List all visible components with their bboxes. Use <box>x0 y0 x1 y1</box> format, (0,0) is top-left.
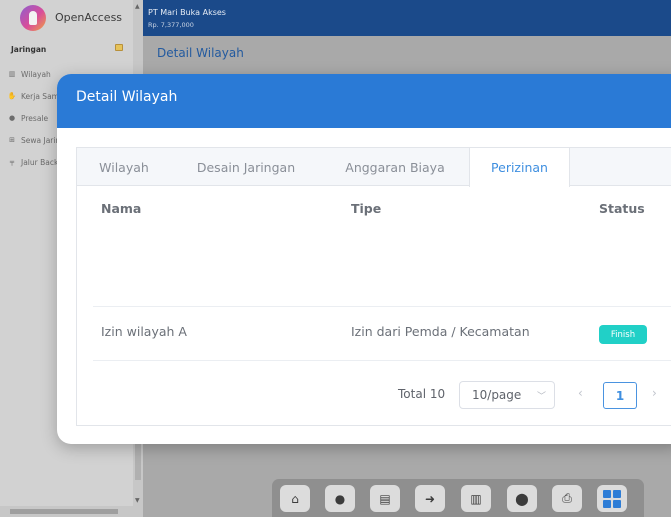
table-divider <box>93 360 671 361</box>
scroll-down-arrow-icon[interactable]: ▼ <box>135 497 140 504</box>
dock-map-button[interactable]: ▥ <box>461 485 491 512</box>
tab-anggaran-biaya[interactable]: Anggaran Biaya <box>321 148 469 186</box>
signpost-icon: ╤ <box>9 158 15 166</box>
scrollbar-thumb[interactable] <box>10 509 118 514</box>
prev-page-button[interactable]: ‹ <box>578 386 583 400</box>
dock-card-button[interactable]: ▤ <box>370 485 400 512</box>
page-number-button[interactable]: 1 <box>603 382 637 409</box>
table-divider <box>93 306 671 307</box>
dock-location-button[interactable]: ⬤ <box>507 485 537 512</box>
dock-print-button[interactable]: ⎙ <box>552 485 582 512</box>
user-transfer-icon: ➜ <box>424 491 436 506</box>
app-logo[interactable]: OpenAccess <box>0 0 143 36</box>
status-badge: Finish <box>599 325 647 344</box>
cell-tipe: Izin dari Pemda / Kecamatan <box>351 324 530 339</box>
printer-icon: ⎙ <box>562 491 572 505</box>
sidebar-item-label: Presale <box>21 113 49 123</box>
tab-desain-jaringan[interactable]: Desain Jaringan <box>171 148 321 186</box>
pagination-total: Total 10 <box>398 387 446 401</box>
modal-title: Detail Wilayah <box>76 89 178 105</box>
folder-icon[interactable] <box>115 44 123 51</box>
page-size-select[interactable]: 10/page ﹀ <box>459 381 555 409</box>
tabs-card: Wilayah Desain Jaringan Anggaran Biaya P… <box>76 147 671 426</box>
chevron-down-icon: ﹀ <box>536 392 546 402</box>
sidebar-horizontal-scrollbar[interactable] <box>0 506 133 517</box>
dock-user-button[interactable]: ● <box>325 485 355 512</box>
company-name: PT Mari Buka Akses <box>148 8 226 17</box>
top-bar: PT Mari Buka Akses Rp. 7,377,000 <box>143 0 671 36</box>
card-icon: ▤ <box>379 491 391 506</box>
tab-wilayah[interactable]: Wilayah <box>77 148 171 186</box>
company-balance: Rp. 7,377,000 <box>148 21 194 29</box>
tab-bar: Wilayah Desain Jaringan Anggaran Biaya P… <box>77 148 671 187</box>
handshake-icon: ✋ <box>7 92 17 100</box>
location-pin-icon: ⬤ <box>515 491 529 506</box>
page-size-value: 10/page <box>472 388 522 402</box>
logo-text: OpenAccess <box>55 11 123 24</box>
column-header-status: Status <box>599 201 645 216</box>
user-icon: ● <box>334 491 346 506</box>
scroll-up-arrow-icon[interactable]: ▲ <box>135 3 140 10</box>
cell-nama: Izin wilayah A <box>101 324 187 339</box>
home-icon: ⌂ <box>291 491 299 506</box>
next-page-button[interactable]: › <box>652 386 657 400</box>
location-pin-icon: ● <box>8 114 16 122</box>
column-header-nama: Nama <box>101 201 142 216</box>
logo-icon <box>20 5 46 31</box>
grid-icon <box>603 489 621 508</box>
modal-header: Detail Wilayah <box>57 74 671 128</box>
sidebar-section-label: Jaringan <box>11 45 47 54</box>
map-icon: ▥ <box>8 70 16 78</box>
map-icon: ▥ <box>470 491 482 506</box>
column-header-tipe: Tipe <box>351 201 382 216</box>
dock-user-transfer-button[interactable]: ➜ <box>415 485 445 512</box>
page-title: Detail Wilayah <box>157 46 244 60</box>
dock-grid-button[interactable] <box>597 485 627 512</box>
sidebar-item-label: Wilayah <box>21 69 51 79</box>
tab-perizinan[interactable]: Perizinan <box>469 148 570 187</box>
cart-icon: ⊞ <box>9 136 15 144</box>
dock-home-button[interactable]: ⌂ <box>280 485 310 512</box>
